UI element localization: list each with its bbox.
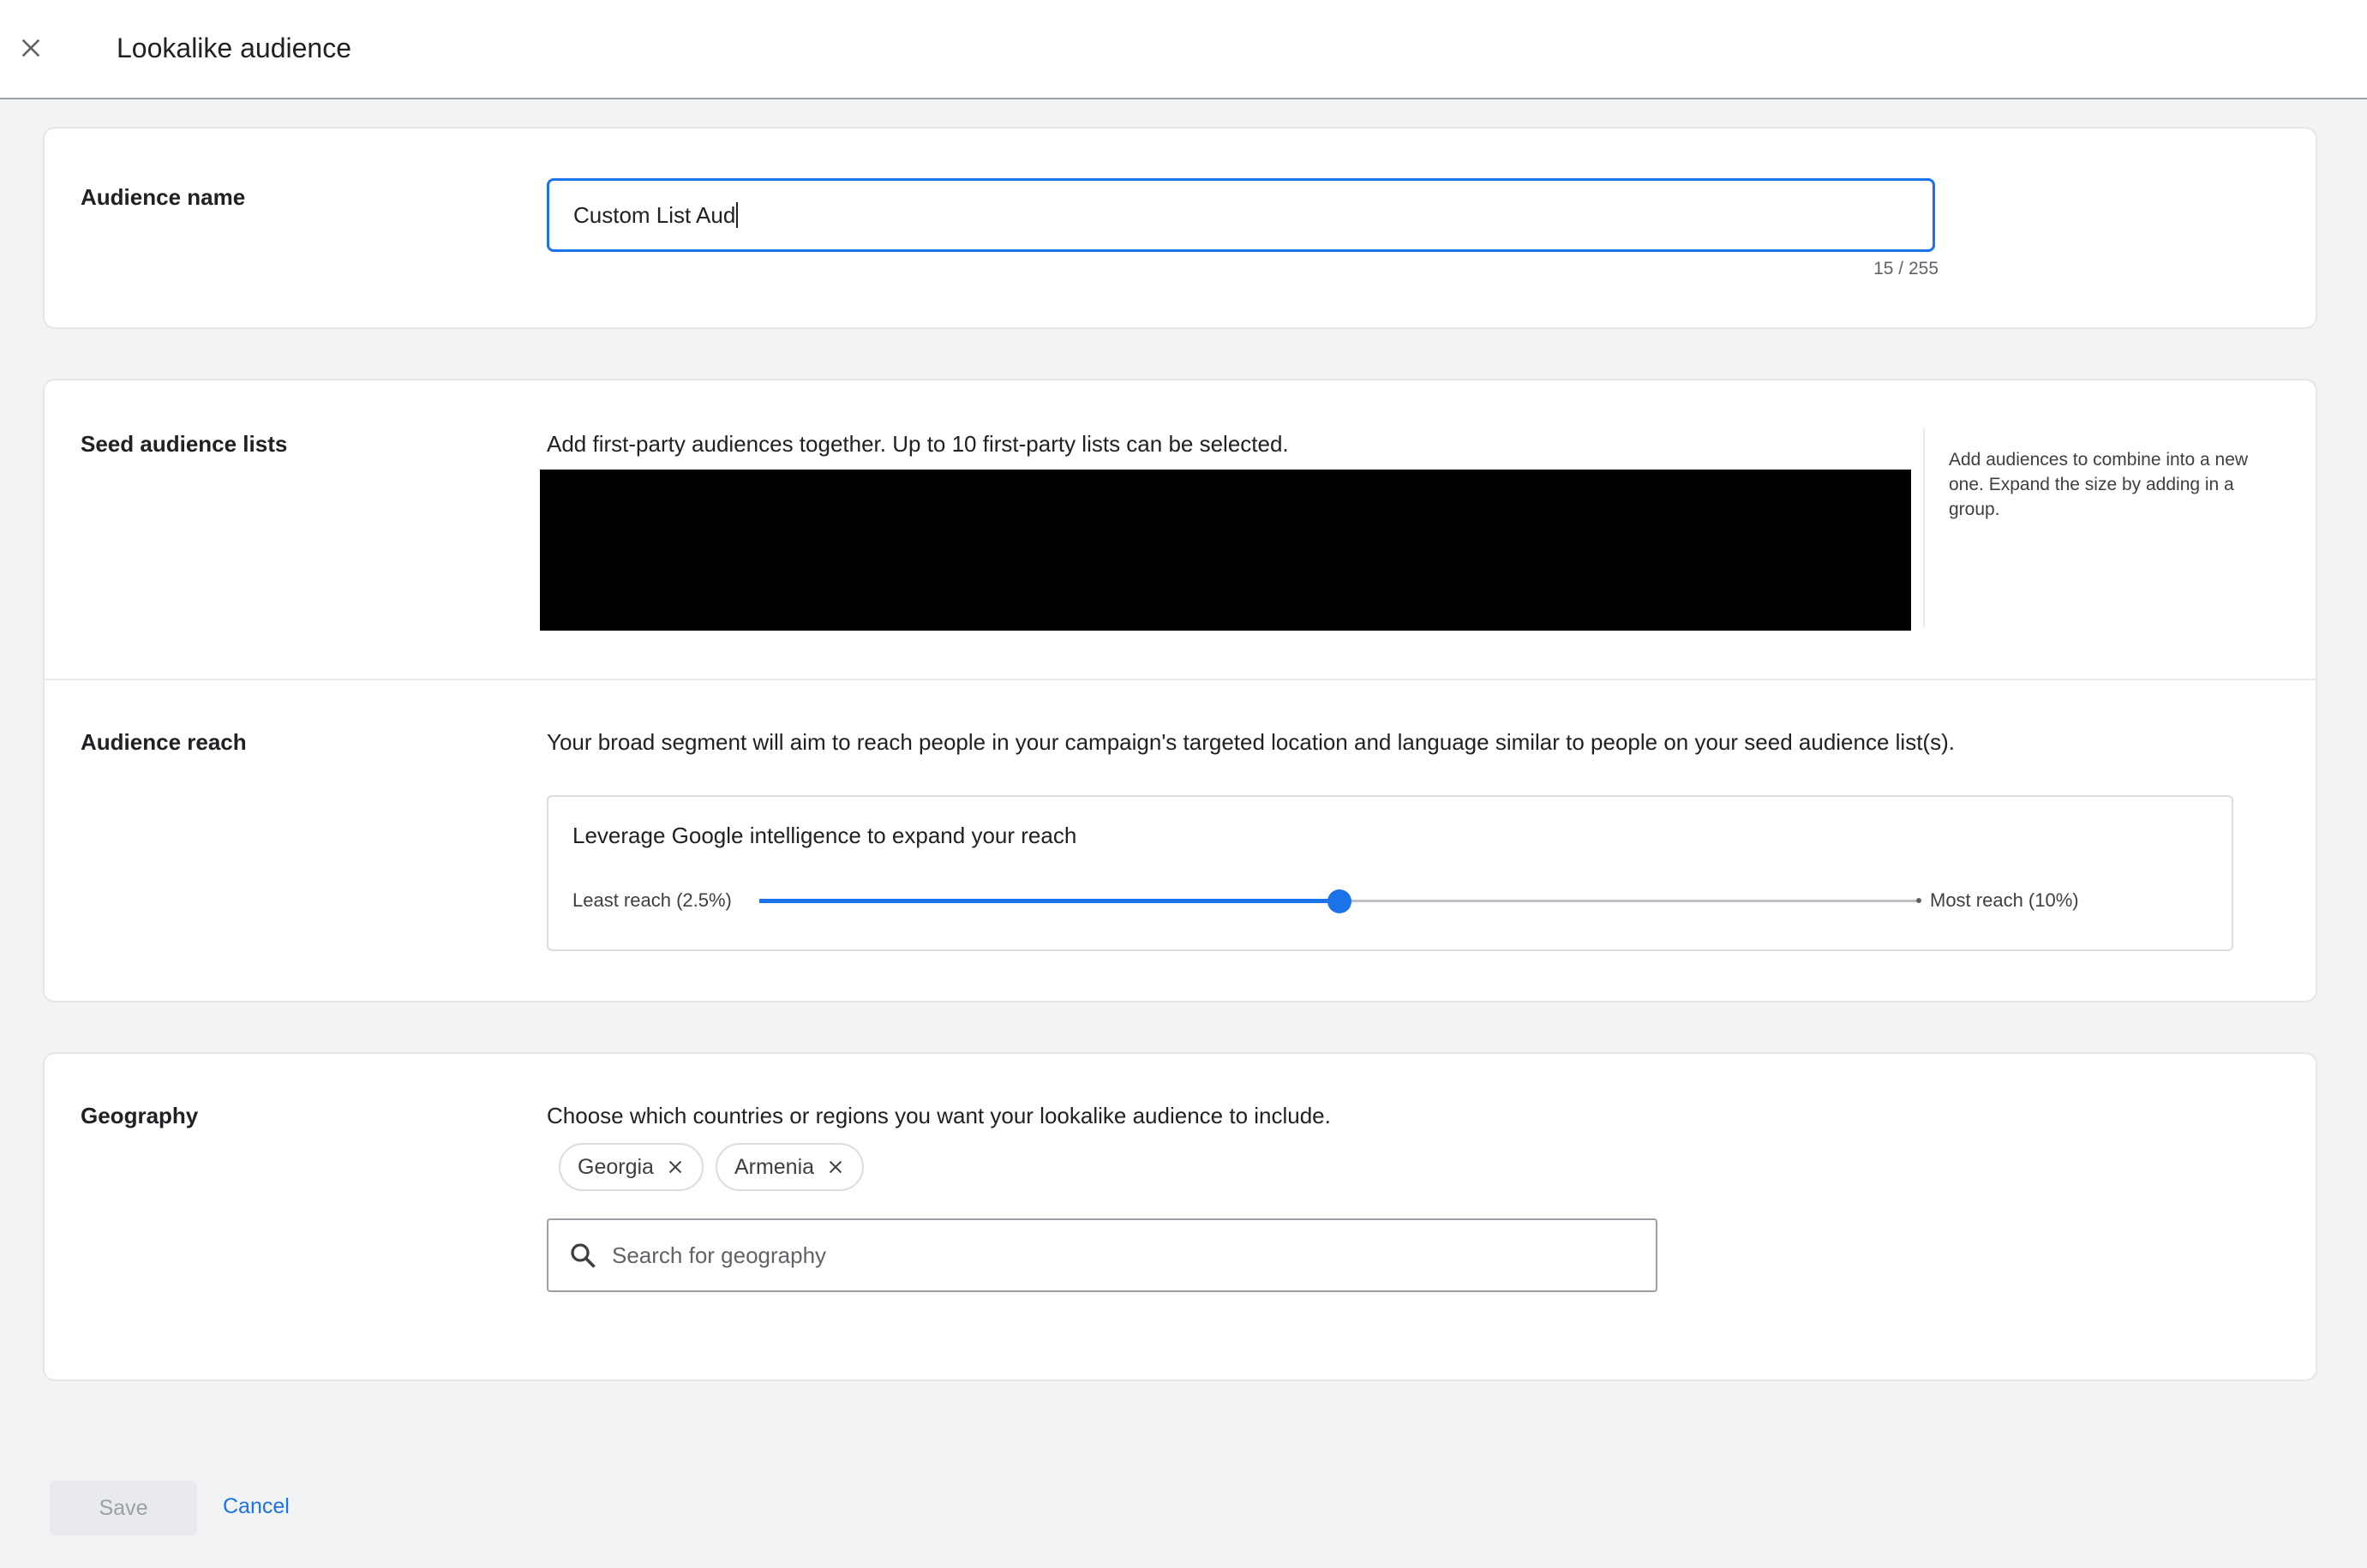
geography-label: Geography xyxy=(81,1103,199,1128)
close-icon xyxy=(668,1160,682,1174)
most-reach-label: Most reach (10%) xyxy=(1930,889,2079,911)
geography-chips: Georgia Armenia xyxy=(559,1143,865,1191)
side-divider xyxy=(1923,428,1925,627)
geography-card: Geography Choose which countries or regi… xyxy=(43,1052,2317,1381)
reach-slider-box: Leverage Google intelligence to expand y… xyxy=(547,795,2233,951)
audience-reach-label: Audience reach xyxy=(81,729,247,755)
audience-reach-description: Your broad segment will aim to reach peo… xyxy=(547,729,1955,755)
save-button[interactable]: Save xyxy=(50,1481,197,1535)
reach-slider[interactable] xyxy=(759,889,1921,913)
remove-georgia-button[interactable] xyxy=(662,1154,688,1180)
audience-name-value: Custom List Aud xyxy=(573,201,736,228)
close-icon xyxy=(21,39,40,57)
seed-lists-help-text: Add audiences to combine into a new one.… xyxy=(1949,450,2249,519)
chip-label: Georgia xyxy=(578,1154,654,1179)
slider-fill xyxy=(759,899,1339,903)
geography-description: Choose which countries or regions you wa… xyxy=(547,1103,1331,1128)
seed-lists-description: Add first-party audiences together. Up t… xyxy=(547,431,1289,457)
text-cursor xyxy=(736,202,739,228)
chip-georgia: Georgia xyxy=(559,1143,704,1191)
cancel-button[interactable]: Cancel xyxy=(223,1494,290,1519)
chip-label: Armenia xyxy=(734,1154,815,1179)
audience-name-card: Audience name Custom List Aud 15 / 255 xyxy=(43,127,2317,329)
slider-end-dot xyxy=(1916,898,1921,903)
slider-thumb[interactable] xyxy=(1327,889,1351,913)
geography-search-input[interactable] xyxy=(610,1241,1625,1270)
section-divider xyxy=(45,679,2316,680)
audience-name-label: Audience name xyxy=(81,184,246,210)
audience-name-input[interactable]: Custom List Aud xyxy=(547,178,1935,252)
search-icon xyxy=(571,1243,596,1268)
redacted-seed-list-area xyxy=(540,470,1911,631)
reach-box-title: Leverage Google intelligence to expand y… xyxy=(572,823,1077,848)
close-button[interactable] xyxy=(12,29,50,67)
top-bar: Lookalike audience xyxy=(0,0,2367,99)
remove-armenia-button[interactable] xyxy=(823,1154,848,1180)
page-title: Lookalike audience xyxy=(117,33,351,63)
seed-audience-lists-label: Seed audience lists xyxy=(81,431,288,457)
character-counter: 15 / 255 xyxy=(1873,259,1939,278)
geography-search-field[interactable] xyxy=(547,1218,1657,1292)
seed-and-reach-card: Seed audience lists Add first-party audi… xyxy=(43,379,2317,1002)
chip-armenia: Armenia xyxy=(715,1143,865,1191)
close-icon xyxy=(829,1160,842,1174)
least-reach-label: Least reach (2.5%) xyxy=(572,889,732,911)
